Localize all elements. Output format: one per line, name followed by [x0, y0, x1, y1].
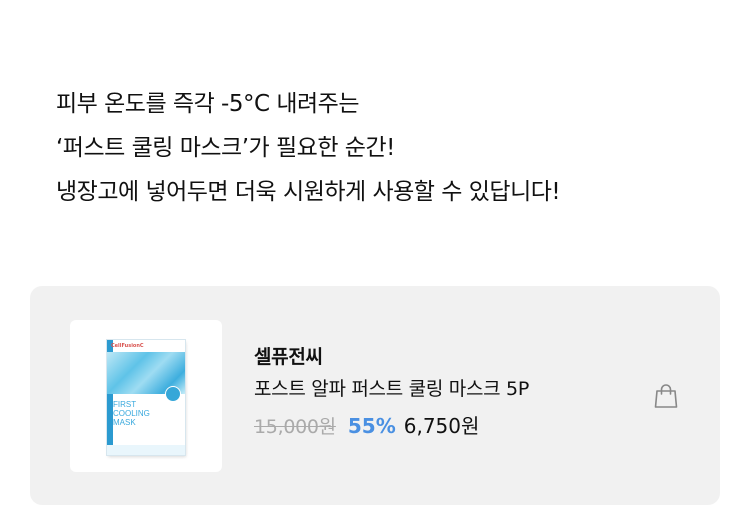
product-card[interactable]: CellFusionC FIRST COOLING MASK 셀퓨전씨 포스트 …	[30, 286, 720, 505]
intro-line-2: ‘퍼스트 쿨링 마스크’가 필요한 순간!	[56, 135, 395, 161]
mask-pack-image: CellFusionC FIRST COOLING MASK	[107, 340, 185, 455]
pack-title-line-1: FIRST	[113, 400, 137, 409]
sale-price: 6,750원	[403, 414, 480, 438]
product-brand[interactable]: 셀퓨전씨	[254, 344, 529, 370]
pack-title-line-2: COOLING	[113, 409, 150, 418]
product-thumbnail[interactable]: CellFusionC FIRST COOLING MASK	[70, 320, 222, 472]
price-row: 15,000원 55% 6,750원	[254, 410, 529, 439]
pack-title: FIRST COOLING MASK	[113, 400, 150, 427]
product-name[interactable]: 포스트 알파 퍼스트 쿨링 마스크 5P	[254, 376, 529, 402]
pack-brand-text: CellFusionC	[111, 343, 144, 349]
pack-title-line-3: MASK	[113, 418, 136, 427]
product-info: 셀퓨전씨 포스트 알파 퍼스트 쿨링 마스크 5P 15,000원 55% 6,…	[254, 344, 529, 439]
pack-badge	[165, 386, 181, 402]
shopping-bag-icon[interactable]	[652, 382, 680, 410]
discount-rate: 55%	[347, 414, 396, 438]
original-price: 15,000원	[254, 416, 336, 438]
intro-line-3: 냉장고에 넣어두면 더욱 시원하게 사용할 수 있답니다!	[56, 179, 561, 205]
pack-bottom	[107, 445, 185, 455]
intro-line-1: 피부 온도를 즉각 -5°C 내려주는	[56, 91, 360, 117]
intro-text: 피부 온도를 즉각 -5°C 내려주는 ‘퍼스트 쿨링 마스크’가 필요한 순간…	[56, 82, 561, 214]
